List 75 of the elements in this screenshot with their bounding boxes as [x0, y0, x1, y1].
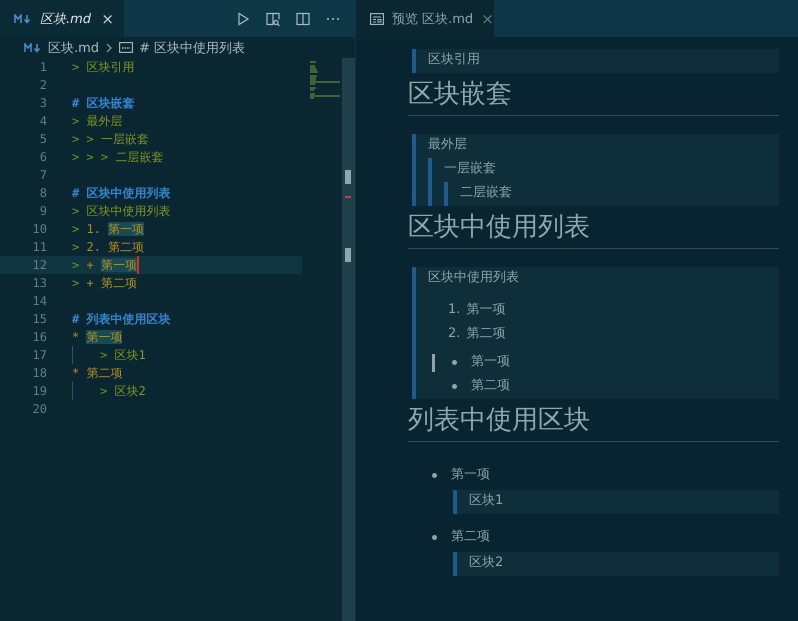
indent-guide: [72, 346, 73, 364]
quote-text: 区块中使用列表: [428, 269, 520, 287]
list-item-text: 第一项: [471, 353, 510, 371]
breadcrumb-item[interactable]: # 区块中使用列表: [139, 38, 246, 56]
list-item-text: 第一项: [451, 466, 490, 484]
bullet-icon: [432, 472, 437, 478]
code-line: > 区块2: [100, 383, 146, 400]
preview-tab[interactable]: 预览 区块.md ×: [356, 0, 494, 37]
line-number: 18: [32, 366, 47, 380]
preview-heading: 区块中使用列表: [408, 211, 591, 244]
quote-text: 二层嵌套: [460, 184, 513, 202]
line-number: 9: [38, 204, 47, 218]
line-number: 8: [38, 186, 47, 200]
code-line: > > > 二层嵌套: [72, 149, 164, 166]
quote-text: 区块引用: [428, 51, 481, 69]
list-item-text: 第一项: [466, 301, 506, 319]
bullet-icon: [432, 534, 437, 540]
chevron-icon: [105, 42, 114, 52]
line-number: 5: [38, 132, 47, 146]
code-line: > 1. 第一项: [72, 221, 144, 238]
markdown-icon: [24, 42, 42, 52]
line-number: 10: [32, 222, 47, 236]
line-number: 16: [32, 330, 47, 344]
indent-guide: [72, 382, 73, 400]
list-item-text: 第二项: [466, 325, 506, 343]
line-number: 11: [32, 240, 47, 254]
code-line: # 列表中使用区块: [72, 311, 170, 328]
preview-icon: [370, 12, 384, 24]
line-number: 15: [32, 312, 47, 326]
code-line: # 区块嵌套: [72, 95, 134, 112]
line-number: 17: [32, 348, 47, 362]
quote-text: 最外层: [428, 136, 468, 154]
line-number: 3: [38, 96, 47, 110]
line-number: 12: [32, 258, 47, 272]
markdown-icon: [14, 14, 32, 24]
code-line: > 最外层: [72, 113, 122, 130]
code-line: > 区块引用: [72, 59, 134, 76]
line-number: 2: [38, 78, 47, 92]
code-line: > 2. 第二项: [72, 239, 144, 256]
code-line: > + 第一项: [72, 256, 139, 274]
code-line: > 区块1: [100, 347, 146, 364]
line-number: 7: [38, 168, 47, 182]
bullet-icon: [452, 384, 457, 388]
code-line: > > 一层嵌套: [72, 131, 149, 148]
list-item-text: 第二项: [471, 377, 510, 395]
line-number: 6: [38, 150, 47, 164]
minimap-drawing: [308, 60, 340, 100]
preview-heading: 列表中使用区块: [408, 404, 591, 437]
close-icon[interactable]: ×: [101, 10, 114, 28]
line-number: 4: [38, 114, 47, 128]
tab-title: 区块.md: [40, 10, 92, 28]
string-icon: [119, 42, 134, 53]
quote-text: 区块1: [469, 492, 504, 510]
code-line: > + 第二项: [72, 275, 137, 292]
code-line: # 区块中使用列表: [72, 185, 170, 202]
line-number: 14: [32, 294, 47, 308]
breadcrumb-item[interactable]: 区块.md: [48, 38, 100, 56]
open-preview-icon[interactable]: [265, 10, 281, 26]
line-number: 1: [38, 60, 47, 74]
list-number: 1.: [448, 301, 460, 319]
preview-heading: 区块嵌套: [408, 78, 513, 111]
editor-tab[interactable]: 区块.md ×: [0, 0, 124, 37]
bullet-icon: [452, 360, 457, 364]
tab-title: 预览 区块.md: [392, 10, 474, 28]
quote-text: 区块2: [469, 554, 504, 572]
code-line: * 第二项: [72, 365, 122, 382]
list-item-text: 第二项: [451, 528, 490, 546]
line-number: 13: [32, 276, 47, 290]
line-number: 20: [32, 402, 47, 416]
split-editor-icon[interactable]: [295, 10, 311, 26]
quote-text: 一层嵌套: [444, 160, 497, 178]
code-line: > 区块中使用列表: [72, 203, 170, 220]
list-number: 2.: [448, 325, 460, 343]
line-number: 19: [32, 384, 47, 398]
code-line: * 第一项: [72, 329, 122, 346]
